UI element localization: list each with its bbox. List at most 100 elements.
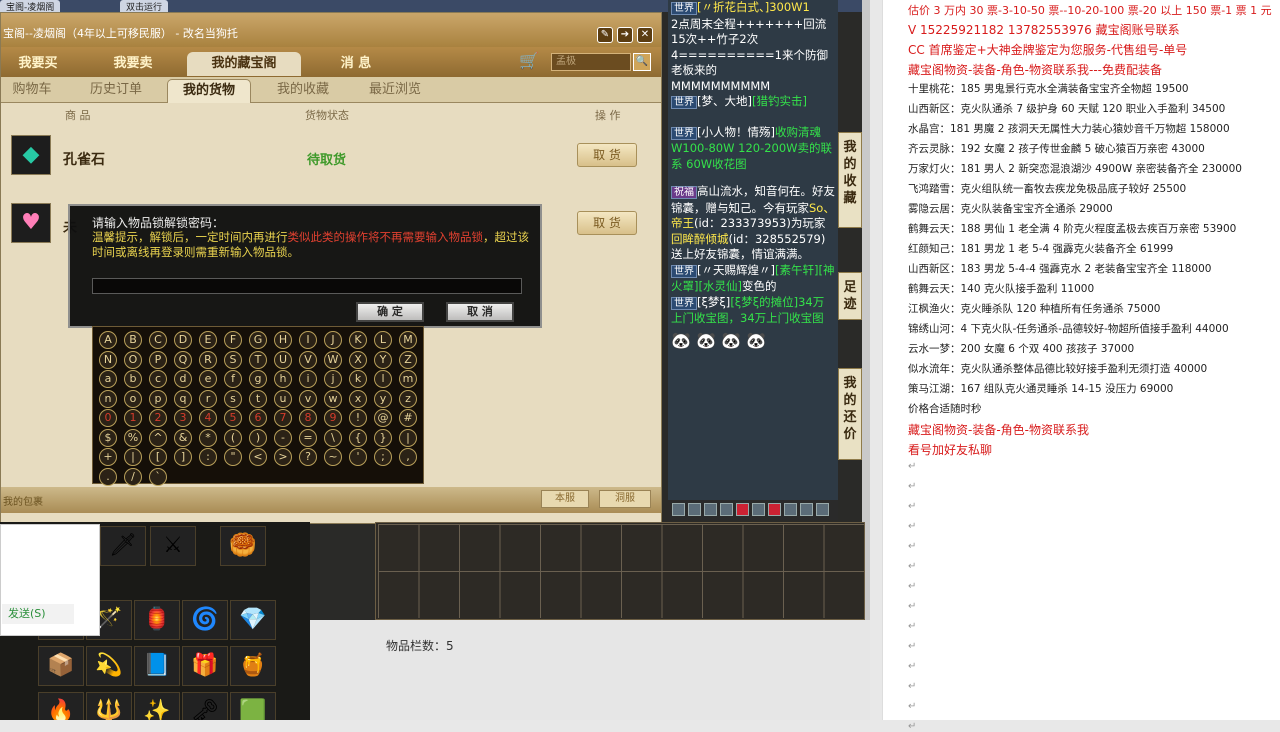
- tab-2[interactable]: 双击运行: [120, 0, 169, 13]
- item-slot[interactable]: 🔱: [86, 692, 132, 720]
- key-button[interactable]: G: [249, 331, 267, 349]
- key-button[interactable]: U: [274, 350, 292, 369]
- key-button[interactable]: T: [249, 350, 267, 369]
- key-button[interactable]: s: [224, 389, 242, 408]
- key-button[interactable]: Z: [399, 350, 417, 369]
- key-button[interactable]: u: [274, 389, 292, 408]
- key-button[interactable]: H: [274, 331, 292, 349]
- key-button[interactable]: .: [99, 467, 117, 486]
- key-button[interactable]: M: [399, 331, 417, 349]
- tab-buy[interactable]: 我要买: [5, 52, 71, 76]
- key-button[interactable]: ]: [174, 448, 192, 466]
- key-button[interactable]: f: [224, 370, 242, 388]
- item-slot[interactable]: ✨: [134, 692, 180, 720]
- key-button[interactable]: -: [274, 428, 292, 447]
- chat-tool-icon[interactable]: [768, 503, 781, 516]
- key-button[interactable]: 4: [199, 409, 217, 427]
- key-button[interactable]: 7: [274, 409, 292, 427]
- key-button[interactable]: <: [249, 448, 267, 466]
- key-button[interactable]: c: [149, 370, 167, 388]
- subtab-my-goods[interactable]: 我的货物: [167, 79, 251, 103]
- subtab-favorites[interactable]: 我的收藏: [265, 79, 341, 103]
- key-button[interactable]: n: [99, 389, 117, 408]
- heart-gem-icon[interactable]: ♥: [11, 203, 51, 243]
- key-button[interactable]: X: [349, 350, 367, 369]
- chat-sender[interactable]: [小人物！情殇]: [697, 125, 775, 139]
- server-button[interactable]: 本服: [541, 490, 589, 508]
- key-button[interactable]: 9: [324, 409, 342, 427]
- key-button[interactable]: e: [199, 370, 217, 388]
- key-button[interactable]: d: [174, 370, 192, 388]
- key-button[interactable]: S: [224, 350, 242, 369]
- key-button[interactable]: ,: [399, 448, 417, 466]
- key-button[interactable]: W: [324, 350, 342, 369]
- key-button[interactable]: ): [249, 428, 267, 447]
- item-slot[interactable]: 🎁: [182, 646, 228, 686]
- key-button[interactable]: l: [374, 370, 392, 388]
- key-button[interactable]: $: [99, 428, 117, 447]
- key-button[interactable]: I: [299, 331, 317, 349]
- chat-tool-icon[interactable]: [672, 503, 685, 516]
- item-slot[interactable]: 🟩: [230, 692, 276, 720]
- key-button[interactable]: &: [174, 428, 192, 447]
- key-button[interactable]: {: [349, 428, 367, 447]
- confirm-button[interactable]: 确 定: [356, 302, 424, 322]
- item-slot[interactable]: 💎: [230, 600, 276, 640]
- key-button[interactable]: !: [349, 409, 367, 427]
- key-button[interactable]: p: [149, 389, 167, 408]
- key-button[interactable]: ': [349, 448, 367, 466]
- key-button[interactable]: =: [299, 428, 317, 447]
- key-button[interactable]: r: [199, 389, 217, 408]
- key-button[interactable]: |: [124, 448, 142, 466]
- subtab-cart[interactable]: 购物车: [5, 79, 59, 103]
- key-button[interactable]: 0: [99, 409, 117, 427]
- key-button[interactable]: >: [274, 448, 292, 466]
- item-slot[interactable]: 🔥: [38, 692, 84, 720]
- key-button[interactable]: b: [124, 370, 142, 388]
- key-button[interactable]: t: [249, 389, 267, 408]
- key-button[interactable]: 1: [124, 409, 142, 427]
- key-button[interactable]: L: [374, 331, 392, 349]
- subtab-recent[interactable]: 最近浏览: [357, 79, 433, 103]
- send-button[interactable]: 发送(S): [2, 604, 74, 624]
- key-button[interactable]: 6: [249, 409, 267, 427]
- key-button[interactable]: B: [124, 331, 142, 349]
- chat-sender[interactable]: [ξ梦ξ]: [697, 295, 730, 309]
- key-button[interactable]: R: [199, 350, 217, 369]
- search-input[interactable]: 孟极: [551, 53, 631, 71]
- cave-server-button[interactable]: 洞服: [599, 490, 651, 508]
- key-button[interactable]: y: [374, 389, 392, 408]
- tab-my-vault[interactable]: 我的藏宝阁: [187, 52, 301, 76]
- chat-sender[interactable]: [〃折花白式、]300W1: [697, 0, 810, 14]
- pickup-button[interactable]: 取 货: [577, 143, 637, 167]
- key-button[interactable]: J: [324, 331, 342, 349]
- item-slot[interactable]: 🗡: [100, 526, 146, 566]
- key-button[interactable]: V: [299, 350, 317, 369]
- exit-button[interactable]: ➔: [617, 27, 633, 43]
- key-button[interactable]: %: [124, 428, 142, 447]
- key-button[interactable]: F: [224, 331, 242, 349]
- key-button[interactable]: z: [399, 389, 417, 408]
- sidetab-footprint[interactable]: 足迹: [838, 272, 862, 320]
- chat-tool-icon[interactable]: [784, 503, 797, 516]
- item-slot[interactable]: 🗝: [182, 692, 228, 720]
- key-button[interactable]: ?: [299, 448, 317, 466]
- key-button[interactable]: D: [174, 331, 192, 349]
- key-button[interactable]: O: [124, 350, 142, 369]
- key-button[interactable]: *: [199, 428, 217, 447]
- key-button[interactable]: 2: [149, 409, 167, 427]
- key-button[interactable]: C: [149, 331, 167, 349]
- key-button[interactable]: w: [324, 389, 342, 408]
- sidetab-favorites[interactable]: 我的收藏: [838, 132, 862, 228]
- pickup-button[interactable]: 取 货: [577, 211, 637, 235]
- password-input[interactable]: [92, 278, 522, 294]
- chat-tool-icon[interactable]: [816, 503, 829, 516]
- key-button[interactable]: k: [349, 370, 367, 388]
- key-button[interactable]: 3: [174, 409, 192, 427]
- tab-messages[interactable]: 消 息: [321, 52, 391, 76]
- key-button[interactable]: |: [399, 428, 417, 447]
- key-button[interactable]: #: [399, 409, 417, 427]
- player-link[interactable]: 回眸醉倾城: [671, 232, 729, 246]
- key-button[interactable]: A: [99, 331, 117, 349]
- key-button[interactable]: a: [99, 370, 117, 388]
